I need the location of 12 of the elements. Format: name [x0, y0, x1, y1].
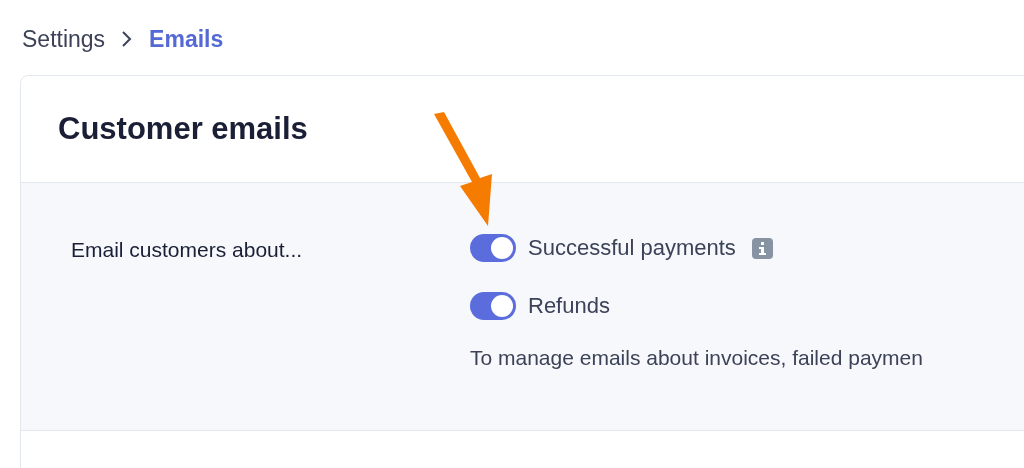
breadcrumb-link[interactable]: Emails: [149, 25, 224, 53]
help-text: To manage emails about invoices, failed paymen: [470, 346, 923, 370]
info-icon[interactable]: [751, 237, 773, 259]
toggle-label: Refunds: [528, 293, 610, 319]
toggle-switch[interactable]: [470, 234, 516, 262]
toggle-switch[interactable]: [470, 292, 516, 320]
pointer-arrow-icon: [432, 112, 494, 228]
setting-label: Email customers about...: [71, 237, 304, 263]
toggle-label: Successful payments: [528, 235, 736, 261]
breadcrumb-link[interactable]: Settings: [22, 25, 106, 53]
chevron-icon: [121, 30, 134, 48]
card-title: Customer emails: [58, 111, 308, 147]
